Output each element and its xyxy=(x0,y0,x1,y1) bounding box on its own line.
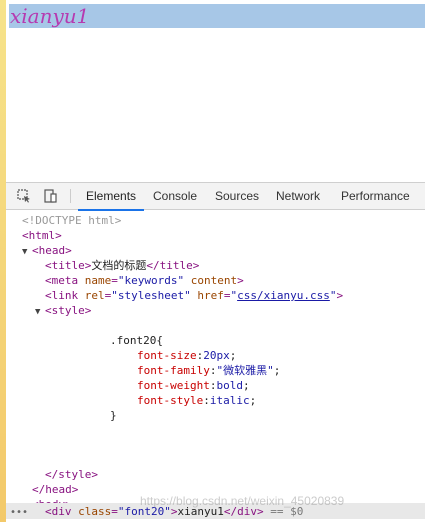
css-prop: font-weight xyxy=(137,379,210,392)
link-tag: <link xyxy=(45,289,79,302)
meta-tag: <meta xyxy=(45,274,79,287)
style-node[interactable]: <style> xyxy=(45,303,91,318)
expand-triangle-icon[interactable]: ▼ xyxy=(22,245,27,260)
css-val: "微软雅黑" xyxy=(216,364,274,377)
doctype-text: <!DOCTYPE html> xyxy=(22,214,122,227)
tab-network[interactable]: Network xyxy=(268,183,328,209)
meta-node[interactable]: <meta name="keywords" content> xyxy=(45,273,244,288)
title-text: 文档的标题 xyxy=(91,259,147,272)
css-close[interactable]: } xyxy=(110,408,117,423)
link-rel-attr: rel xyxy=(84,289,105,302)
style-open-tag: <style> xyxy=(45,304,92,317)
head-node[interactable]: <head> xyxy=(32,243,72,258)
html-node[interactable]: <html> xyxy=(22,228,62,243)
meta-content-attr: content xyxy=(190,274,238,287)
css-line[interactable]: font-weight:bold; xyxy=(137,378,250,393)
link-close: > xyxy=(336,289,344,302)
head-close-tag: </head> xyxy=(32,483,79,496)
css-val: 20px xyxy=(203,349,230,362)
head-close-node[interactable]: </head> xyxy=(32,482,78,497)
device-toolbar-icon[interactable] xyxy=(42,188,58,204)
devtools-panel: Elements Console Sources Network Perform… xyxy=(6,182,425,523)
dom-tree: <!DOCTYPE html> <html> ▼ <head> <title>文… xyxy=(6,210,425,522)
devtools-toolbar: Elements Console Sources Network Perform… xyxy=(6,183,425,211)
head-open-tag: <head> xyxy=(32,244,72,257)
tab-elements[interactable]: Elements xyxy=(78,183,145,211)
css-prop: font-family xyxy=(137,364,210,377)
css-val: italic xyxy=(209,394,250,407)
more-options-icon[interactable]: ••• xyxy=(10,507,28,518)
css-selector[interactable]: .font20{ xyxy=(110,333,163,348)
meta-close: > xyxy=(237,274,244,287)
tab-performance[interactable]: Performance xyxy=(333,183,418,209)
link-rel-value: "stylesheet" xyxy=(111,289,191,302)
link-href-attr: href xyxy=(197,289,224,302)
css-line[interactable]: font-style:italic; xyxy=(137,393,256,408)
expand-triangle-icon[interactable]: ▼ xyxy=(35,305,40,320)
meta-name-attr: name xyxy=(84,274,112,287)
link-href-value[interactable]: css/xianyu.css xyxy=(237,289,330,302)
css-prop: font-size xyxy=(137,349,197,362)
title-open-tag: <title> xyxy=(45,259,92,272)
watermark: https://blog.csdn.net/weixin_45020839 xyxy=(140,494,345,508)
toolbar-separator xyxy=(70,189,71,203)
css-line[interactable]: font-family:"微软雅黑"; xyxy=(137,363,280,378)
css-prop: font-style xyxy=(137,394,204,407)
inspect-element-icon[interactable] xyxy=(16,188,32,204)
css-line[interactable]: font-size:20px; xyxy=(137,348,236,363)
html-open-tag: <html> xyxy=(22,229,62,242)
css-close-brace: } xyxy=(110,409,117,422)
css-selector-text: .font20{ xyxy=(110,334,163,347)
doctype-node[interactable]: <!DOCTYPE html> xyxy=(22,213,121,228)
style-close-node[interactable]: </style> xyxy=(45,467,98,482)
style-close-tag: </style> xyxy=(45,468,98,481)
title-close-tag: </title> xyxy=(146,259,200,272)
tab-sources[interactable]: Sources xyxy=(207,183,267,209)
div-class-attr: class xyxy=(78,505,112,518)
css-val: bold xyxy=(216,379,243,392)
link-node[interactable]: <link rel="stylesheet" href="css/xianyu.… xyxy=(45,288,343,303)
title-node[interactable]: <title>文档的标题</title> xyxy=(45,258,199,273)
meta-name-value: "keywords" xyxy=(117,274,185,287)
tab-console[interactable]: Console xyxy=(145,183,205,209)
div-open-tag: <div xyxy=(45,505,72,518)
page-div-text[interactable]: xianyu1 xyxy=(10,5,89,27)
